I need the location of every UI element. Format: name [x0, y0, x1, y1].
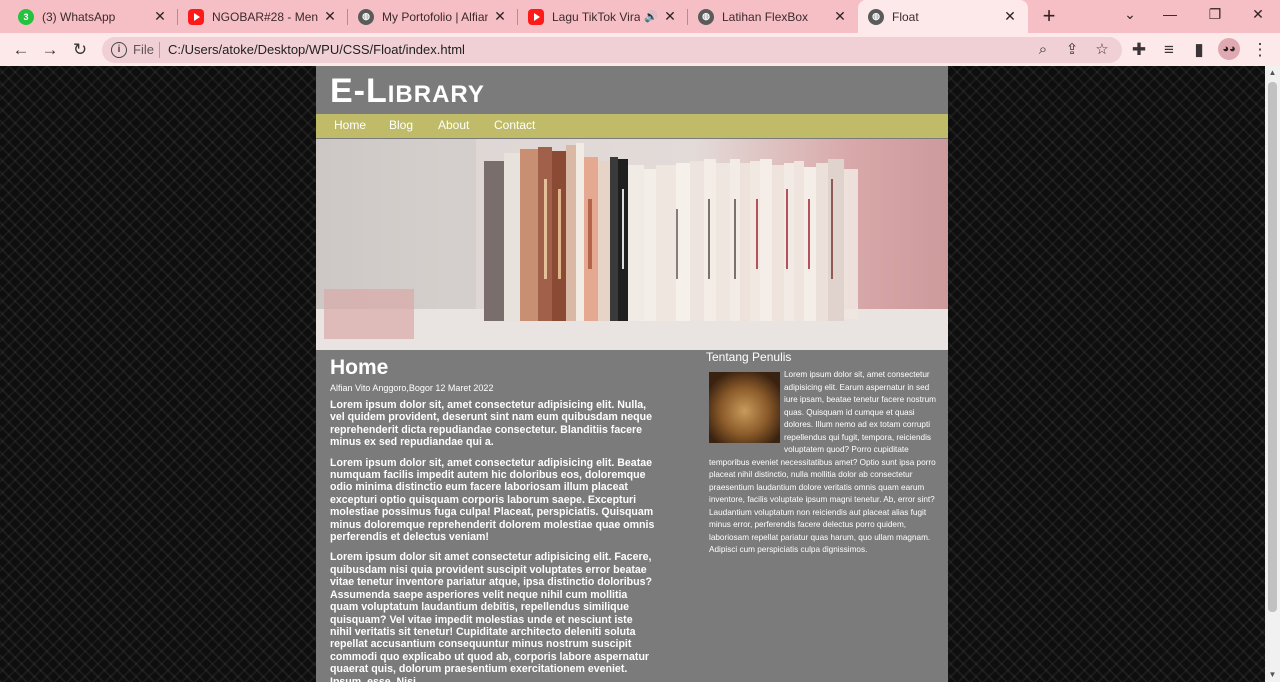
reload-icon[interactable]: ↻	[67, 37, 93, 63]
tab-title: Float	[892, 9, 919, 24]
sidebar-text-block: Lorem ipsum dolor sit, amet consectetur …	[706, 369, 942, 557]
close-icon[interactable]: ✕	[322, 8, 338, 25]
browser-toolbar: ← → ↻ i File C:/Users/atoke/Desktop/WPU/…	[0, 33, 1280, 66]
close-icon[interactable]: ✕	[662, 8, 678, 25]
article-paragraph: Lorem ipsum dolor sit amet consectetur a…	[330, 551, 652, 682]
bookmark-star-icon[interactable]: ☆	[1089, 37, 1115, 63]
share-icon[interactable]: ⇪	[1059, 37, 1085, 63]
scroll-up-arrow-icon[interactable]: ▲	[1265, 66, 1280, 80]
globe-icon: ◍	[358, 8, 374, 25]
tab-search-chevron-icon[interactable]: ⌄	[1110, 0, 1150, 30]
tab-ngobar[interactable]: NGOBAR#28 - Mengu ✕	[178, 0, 348, 33]
tab-title: Lagu TikTok Viral	[552, 9, 641, 24]
sidebar-title: Tentang Penulis	[706, 350, 792, 364]
scheme-label: File	[133, 42, 154, 57]
article-paragraph: Lorem ipsum dolor sit, amet consectetur …	[330, 456, 655, 544]
site-header: E-Library	[316, 66, 948, 114]
globe-icon: ◍	[698, 8, 714, 25]
hero-bookshelf-image	[316, 139, 948, 350]
sidebar-about-author: Tentang Penulis Lorem ipsum dolor sit, a…	[706, 350, 942, 557]
article-meta: Alfian Vito Anggoro,Bogor 12 Maret 2022	[330, 383, 494, 393]
close-icon[interactable]: ✕	[492, 8, 508, 25]
tab-whatsapp[interactable]: 3 (3) WhatsApp ✕	[8, 0, 178, 33]
main-content: Home Alfian Vito Anggoro,Bogor 12 Maret …	[330, 356, 656, 682]
restore-button[interactable]: ❐	[1195, 0, 1235, 30]
tab-title: Latihan FlexBox	[722, 9, 809, 24]
menu-kebab-icon[interactable]: ⋮	[1247, 37, 1273, 63]
forward-arrow-icon[interactable]: →	[37, 37, 63, 63]
reading-list-icon[interactable]: ≡	[1156, 37, 1182, 63]
globe-icon: ◍	[868, 8, 884, 25]
whatsapp-icon: 3	[18, 8, 34, 25]
site-logo: E-Library	[330, 72, 485, 110]
article-paragraph: Lorem ipsum dolor sit, amet consectetur …	[330, 399, 652, 449]
address-bar[interactable]: i File C:/Users/atoke/Desktop/WPU/CSS/Fl…	[102, 37, 1122, 63]
nav-link-blog[interactable]: Blog	[389, 118, 413, 132]
zoom-icon[interactable]: ⌕	[1030, 37, 1056, 63]
speaker-icon[interactable]: 🔊	[644, 10, 658, 23]
tab-title: My Portofolio | Alfian	[382, 9, 488, 24]
profile-avatar[interactable]: ◕◕	[1218, 38, 1240, 60]
open-book-image	[709, 372, 780, 443]
tab-strip: 3 (3) WhatsApp ✕ NGOBAR#28 - Mengu ✕ ◍ M…	[0, 0, 1280, 33]
tab-flexbox[interactable]: ◍ Latihan FlexBox ✕	[688, 0, 858, 33]
tab-portfolio[interactable]: ◍ My Portofolio | Alfian ✕	[348, 0, 518, 33]
site-container: E-Library Home Blog About Contact Home A…	[316, 66, 948, 682]
new-tab-button[interactable]: +	[1036, 4, 1062, 30]
minimize-button[interactable]: —	[1150, 0, 1190, 30]
nav-link-about[interactable]: About	[438, 118, 469, 132]
nav-link-home[interactable]: Home	[334, 118, 366, 132]
side-panel-icon[interactable]: ▮	[1186, 37, 1212, 63]
close-icon[interactable]: ✕	[152, 8, 168, 25]
extensions-puzzle-icon[interactable]: ✚	[1126, 37, 1152, 63]
scroll-down-arrow-icon[interactable]: ▼	[1265, 668, 1280, 682]
scrollbar-thumb[interactable]	[1268, 82, 1277, 612]
tab-title: NGOBAR#28 - Mengu	[212, 9, 318, 24]
url-text[interactable]: C:/Users/atoke/Desktop/WPU/CSS/Float/ind…	[168, 42, 465, 57]
youtube-icon	[188, 8, 204, 25]
page-scrollbar[interactable]: ▲ ▼	[1265, 66, 1280, 682]
tab-tiktok[interactable]: Lagu TikTok Viral 🔊 ✕	[518, 0, 688, 33]
site-nav: Home Blog About Contact	[316, 114, 948, 138]
youtube-icon	[528, 8, 544, 25]
article-title: Home	[330, 356, 389, 379]
tab-title: (3) WhatsApp	[42, 9, 116, 24]
close-icon[interactable]: ✕	[832, 8, 848, 25]
back-arrow-icon[interactable]: ←	[8, 37, 34, 63]
close-icon[interactable]: ✕	[1002, 8, 1018, 25]
nav-link-contact[interactable]: Contact	[494, 118, 535, 132]
page-viewport: E-Library Home Blog About Contact Home A…	[0, 66, 1265, 682]
divider	[159, 42, 160, 58]
tab-float[interactable]: ◍ Float ✕	[858, 0, 1028, 33]
window-close-button[interactable]: ✕	[1238, 0, 1278, 30]
info-icon[interactable]: i	[111, 42, 127, 58]
